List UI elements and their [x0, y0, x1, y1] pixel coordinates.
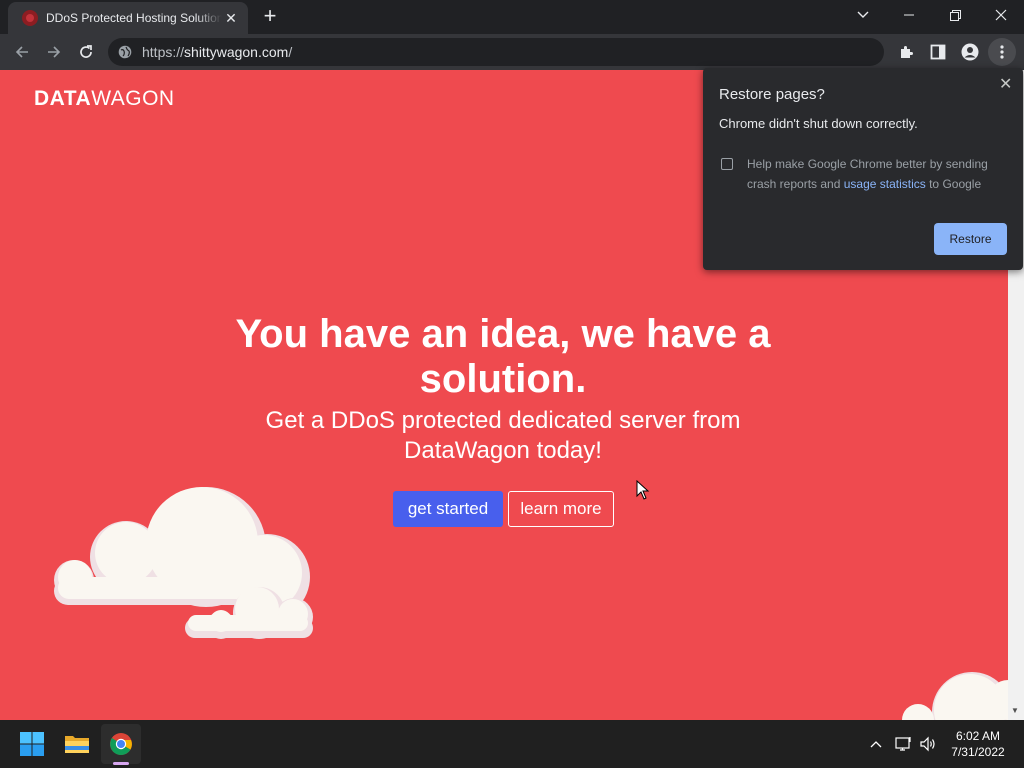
show-hidden-icons-button[interactable]: [866, 732, 886, 756]
side-panel-button[interactable]: [924, 38, 952, 66]
crash-report-checkbox[interactable]: [721, 158, 733, 170]
back-button[interactable]: [8, 38, 36, 66]
puzzle-icon: [901, 46, 913, 58]
dialog-message: Chrome didn't shut down correctly.: [719, 116, 918, 131]
tab-title: DDoS Protected Hosting Solution: [46, 11, 222, 25]
url-host: shittywagon.com: [184, 44, 289, 60]
get-started-button[interactable]: get started: [393, 491, 503, 527]
url-text: https://shittywagon.com/: [142, 44, 292, 60]
logo-light: WAGON: [91, 87, 175, 110]
minimize-button[interactable]: [886, 0, 932, 30]
url-scheme: https://: [142, 44, 185, 60]
windows-taskbar: 6:02 AM 7/31/2022: [0, 720, 1024, 768]
network-button[interactable]: [893, 732, 915, 756]
hero-headline: You have an idea, we have a solution.: [235, 312, 771, 401]
new-tab-button[interactable]: +: [258, 5, 282, 29]
site-favicon-icon: [22, 10, 38, 26]
start-button[interactable]: [12, 724, 52, 764]
hero-subheadline: Get a DDoS protected dedicated server fr…: [265, 407, 741, 464]
title-bar: DDoS Protected Hosting Solution ✕ +: [0, 0, 1024, 34]
usage-statistics-link[interactable]: usage statistics: [844, 177, 926, 191]
chrome-taskbar-button[interactable]: [101, 724, 141, 764]
scroll-down-arrow-icon[interactable]: ▼: [1011, 706, 1019, 715]
learn-more-button[interactable]: learn more: [508, 491, 614, 527]
restore-window-button[interactable]: [932, 0, 978, 30]
profile-button[interactable]: [956, 38, 984, 66]
restore-button[interactable]: Restore: [934, 223, 1007, 255]
dialog-close-icon[interactable]: ✕: [999, 74, 1012, 94]
menu-button[interactable]: [988, 38, 1016, 66]
cloud-corner-illustration: [902, 672, 1008, 720]
browser-tab[interactable]: DDoS Protected Hosting Solution ✕: [8, 2, 248, 34]
forward-button[interactable]: [40, 38, 68, 66]
clock-date: 7/31/2022: [951, 745, 1005, 759]
volume-button[interactable]: [917, 732, 939, 756]
mouse-cursor-icon: [636, 480, 650, 500]
help-text-suffix: to Google: [925, 177, 982, 191]
windows-logo-icon: [20, 732, 44, 756]
close-icon: [995, 9, 1007, 21]
reload-icon: [80, 45, 92, 58]
arrow-left-icon: [15, 46, 28, 58]
chevron-down-icon: [857, 11, 869, 18]
dialog-title: Restore pages?: [719, 86, 825, 103]
file-explorer-button[interactable]: [57, 724, 97, 764]
address-bar[interactable]: https://shittywagon.com/: [108, 38, 884, 66]
site-logo[interactable]: DATAWAGON: [34, 87, 175, 111]
logo-bold: DATA: [34, 87, 92, 110]
close-window-button[interactable]: [978, 0, 1024, 30]
restore-pages-dialog: Restore pages? ✕ Chrome didn't shut down…: [703, 68, 1023, 270]
taskbar-clock[interactable]: 6:02 AM 7/31/2022: [940, 728, 1016, 760]
folder-icon: [65, 736, 89, 753]
crash-report-label: Help make Google Chrome better by sendin…: [747, 154, 1009, 194]
profile-icon: [961, 43, 979, 61]
restore-window-icon: [949, 9, 961, 21]
cloud-illustration: [54, 487, 313, 639]
arrow-right-icon: [48, 46, 61, 58]
reload-button[interactable]: [72, 38, 100, 66]
kebab-menu-icon: [1000, 45, 1004, 59]
clock-time: 6:02 AM: [955, 729, 1001, 743]
tab-close-icon[interactable]: ✕: [222, 10, 240, 27]
chevron-up-icon: [870, 741, 882, 748]
chrome-icon: [110, 733, 132, 755]
site-info-icon[interactable]: [118, 45, 132, 59]
browser-toolbar: https://shittywagon.com/: [0, 34, 1024, 70]
volume-icon: [920, 736, 935, 752]
tab-search-button[interactable]: [840, 0, 886, 30]
url-path: /: [288, 44, 293, 60]
minimize-icon: [904, 14, 914, 16]
network-icon: [895, 737, 911, 751]
side-panel-icon: [930, 44, 946, 60]
active-app-indicator: [113, 762, 129, 765]
extensions-button[interactable]: [892, 38, 920, 66]
